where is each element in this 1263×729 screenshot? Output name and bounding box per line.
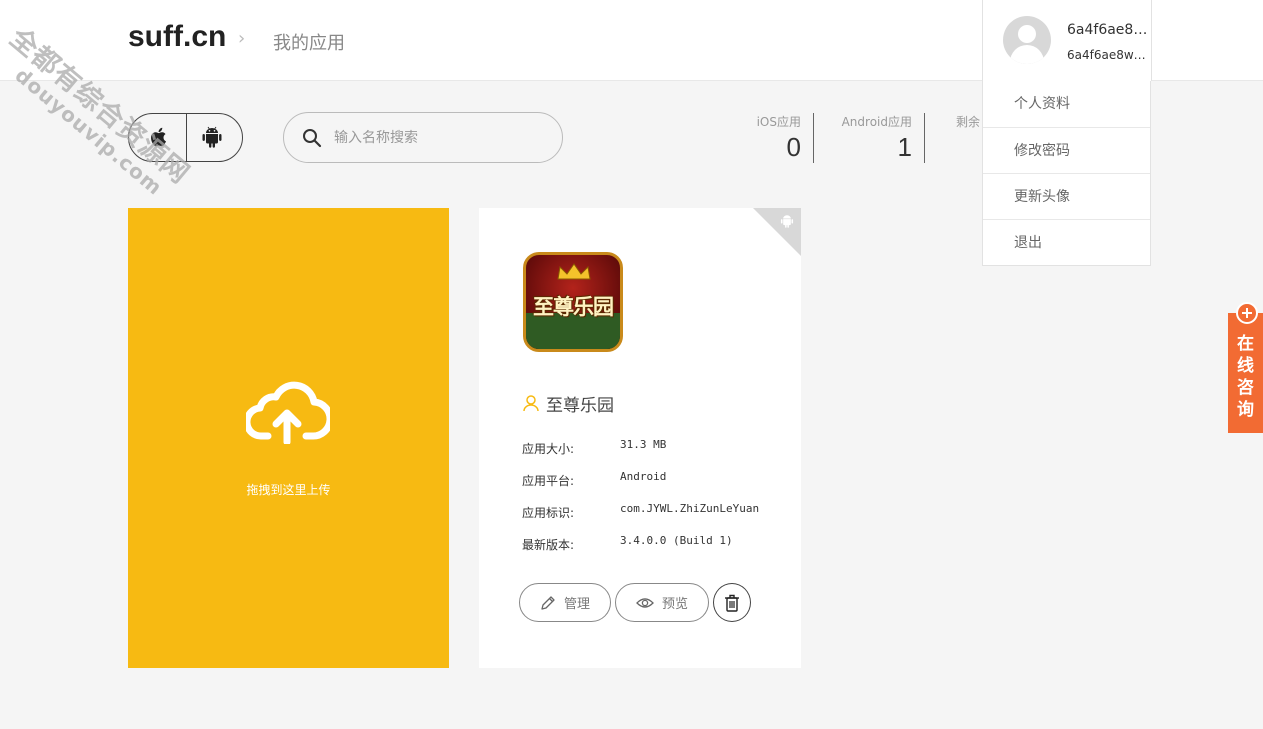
plus-icon[interactable] bbox=[1236, 302, 1258, 324]
user-menu-trigger[interactable]: 6a4f6ae8w... 6a4f6ae8w9f... bbox=[982, 0, 1152, 81]
user-name: 6a4f6ae8w... bbox=[1067, 22, 1151, 38]
ios-app-count: iOS应用 0 bbox=[740, 113, 801, 163]
remaining-count: 剩余 bbox=[940, 113, 980, 163]
avatar-body-shape bbox=[1010, 45, 1044, 64]
android-icon bbox=[780, 215, 794, 228]
menu-item-logout[interactable]: 退出 bbox=[983, 219, 1150, 265]
app-name: 至尊乐园 bbox=[546, 395, 614, 416]
app-version-row: 最新版本: 3.4.0.0 (Build 1) bbox=[522, 534, 792, 552]
pencil-icon bbox=[541, 595, 555, 610]
app-version-label: 最新版本: bbox=[522, 538, 575, 552]
toggle-divider bbox=[186, 114, 187, 161]
menu-item-update-avatar[interactable]: 更新头像 bbox=[983, 173, 1150, 219]
app-id-row: 应用标识: com.JYWL.ZhiZunLeYuan bbox=[522, 502, 792, 520]
upload-hint: 拖拽到这里上传 bbox=[246, 483, 331, 497]
manage-button-label: 管理 bbox=[563, 597, 590, 612]
android-icon[interactable] bbox=[202, 126, 222, 148]
site-logo[interactable]: suff.cn bbox=[128, 20, 226, 54]
search-input[interactable] bbox=[334, 125, 544, 151]
upload-dropzone[interactable]: 拖拽到这里上传 bbox=[128, 208, 449, 668]
online-consult-label[interactable]: 在线咨询 bbox=[1228, 333, 1263, 421]
app-card[interactable]: 至尊乐园 至尊乐园 应用大小: 31.3 MB 应用平台: Android 应用… bbox=[479, 208, 801, 668]
trash-icon bbox=[725, 594, 739, 612]
app-icon-title: 至尊乐园 bbox=[533, 295, 614, 319]
app-size-label: 应用大小: bbox=[522, 442, 575, 456]
eye-icon bbox=[636, 597, 654, 608]
menu-item-profile[interactable]: 个人资料 bbox=[983, 81, 1150, 127]
app-platform-value: Android bbox=[620, 470, 667, 483]
apple-icon[interactable] bbox=[149, 126, 169, 148]
avatar-head-shape bbox=[1018, 25, 1036, 43]
preview-button-label: 预览 bbox=[661, 597, 688, 612]
remaining-label: 剩余 bbox=[956, 115, 980, 129]
search-icon[interactable] bbox=[302, 128, 322, 148]
manage-button[interactable]: 管理 bbox=[519, 583, 611, 622]
breadcrumb-separator: › bbox=[238, 28, 246, 49]
user-dropdown-menu: 个人资料 修改密码 更新头像 退出 bbox=[982, 81, 1151, 266]
stat-divider bbox=[813, 113, 814, 163]
app-size-row: 应用大小: 31.3 MB bbox=[522, 438, 792, 456]
app-platform-label: 应用平台: bbox=[522, 474, 575, 488]
ios-count-label: iOS应用 bbox=[756, 115, 801, 129]
android-count-label: Android应用 bbox=[841, 115, 912, 129]
user-icon bbox=[523, 395, 539, 412]
platform-filter-toggle bbox=[128, 113, 243, 162]
app-size-value: 31.3 MB bbox=[620, 438, 667, 451]
app-version-value: 3.4.0.0 (Build 1) bbox=[620, 534, 733, 547]
app-title-row: 至尊乐园 bbox=[522, 392, 614, 416]
app-id-label: 应用标识: bbox=[522, 506, 575, 520]
android-app-count: Android应用 1 bbox=[820, 113, 912, 163]
cloud-upload-icon bbox=[246, 381, 330, 444]
delete-button[interactable] bbox=[713, 583, 751, 622]
consult-text: 在线咨询 bbox=[1237, 334, 1254, 420]
search-box bbox=[283, 112, 563, 163]
crown-icon bbox=[557, 263, 591, 280]
stat-divider bbox=[924, 113, 925, 163]
android-count-value: 1 bbox=[897, 132, 912, 162]
avatar bbox=[1003, 16, 1051, 64]
app-icon: 至尊乐园 bbox=[523, 252, 623, 352]
page-title: 我的应用 bbox=[273, 33, 345, 54]
menu-item-change-password[interactable]: 修改密码 bbox=[983, 127, 1150, 173]
app-id-value: com.JYWL.ZhiZunLeYuan bbox=[620, 502, 760, 515]
preview-button[interactable]: 预览 bbox=[615, 583, 709, 622]
ios-count-value: 0 bbox=[786, 132, 801, 162]
app-platform-row: 应用平台: Android bbox=[522, 470, 792, 488]
user-account: 6a4f6ae8w9f... bbox=[1067, 48, 1151, 62]
